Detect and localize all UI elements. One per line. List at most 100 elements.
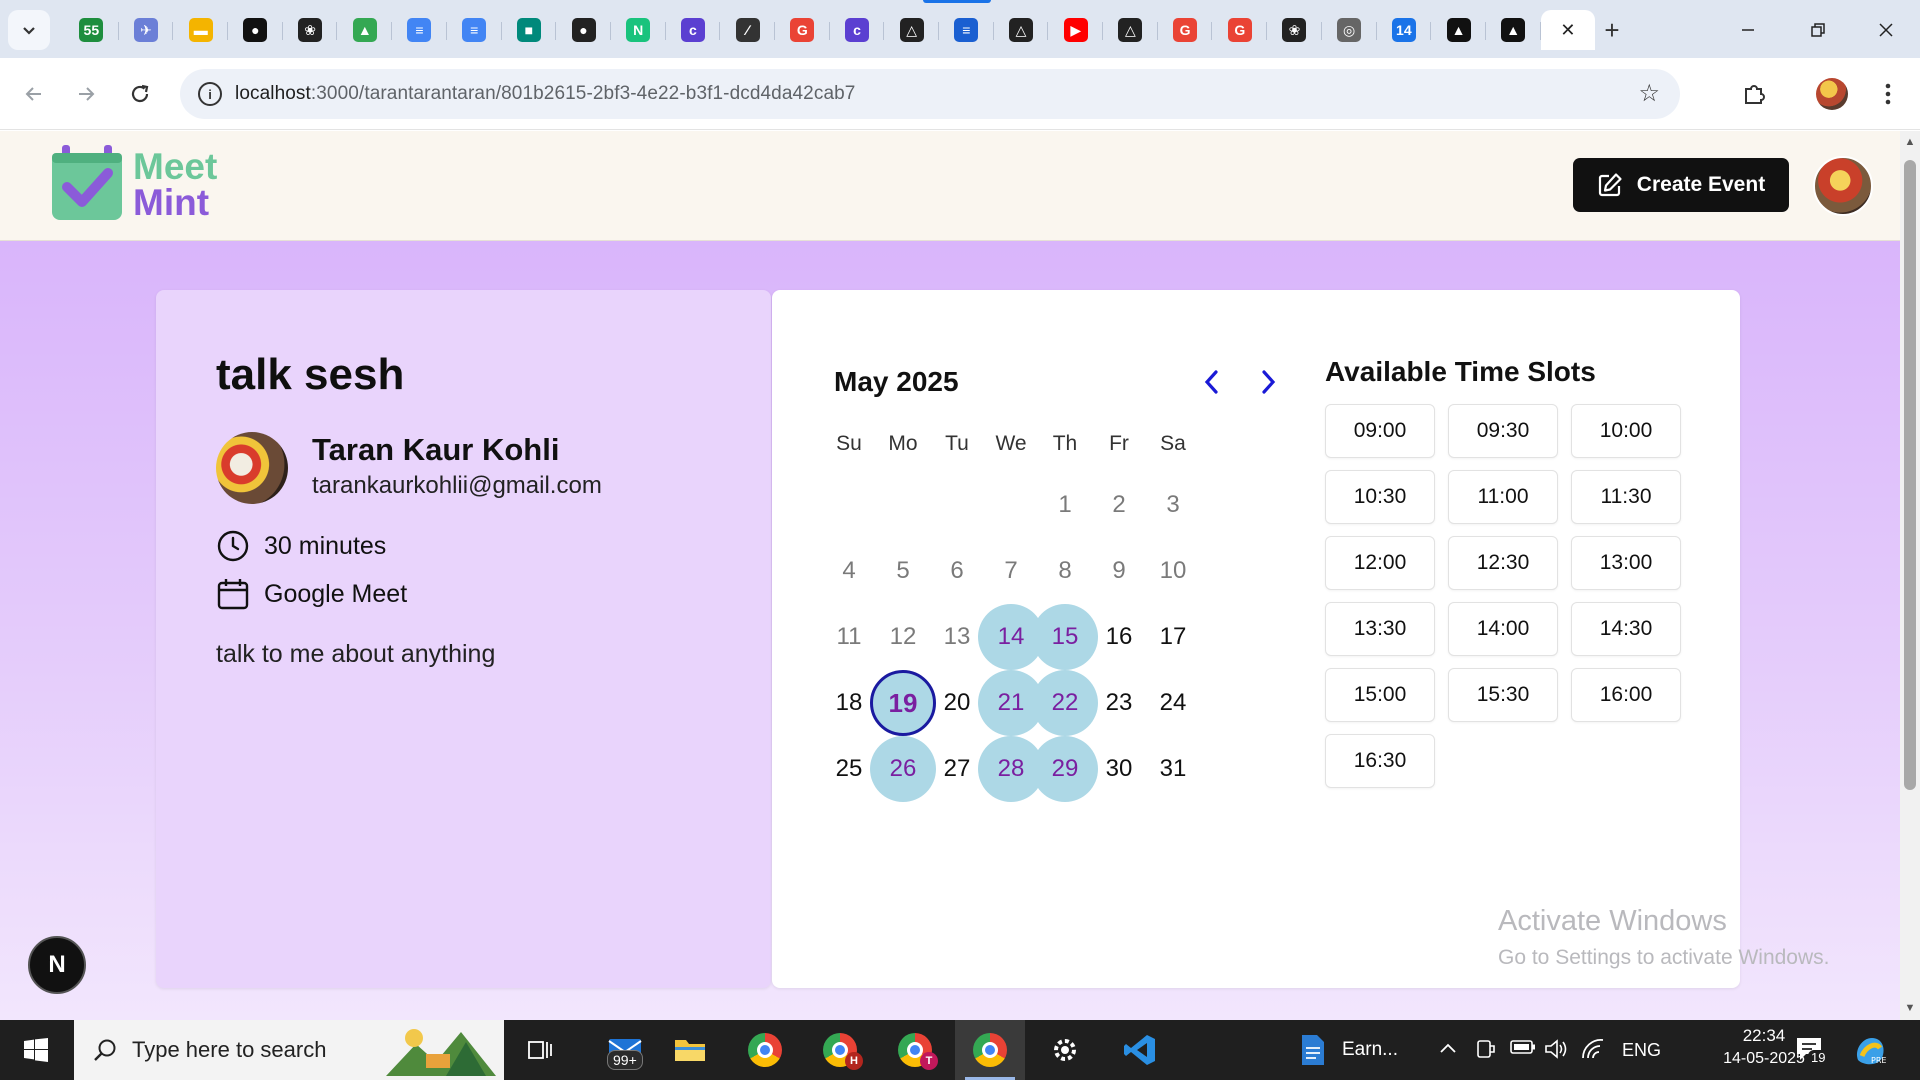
bookmark-star-icon[interactable]: ☆ [1638,79,1660,108]
browser-menu-button[interactable] [1868,74,1908,114]
browser-tab[interactable]: ≡ [392,10,447,50]
sheets-55-icon: 55 [79,18,104,42]
minimize-button[interactable] [1720,10,1775,50]
browser-tab[interactable]: ✈ [119,10,174,50]
time-slot-button[interactable]: 10:30 [1325,470,1435,524]
c-app-icon: c [844,18,869,42]
scroll-up-icon[interactable]: ▲ [1904,136,1916,148]
task-view-button[interactable] [505,1020,575,1080]
time-slot-button[interactable]: 16:00 [1571,668,1681,722]
address-bar[interactable]: i localhost:3000/tarantarantaran/801b261… [180,69,1680,119]
taskbar-search[interactable]: Type here to search [74,1020,504,1080]
time-slot-button[interactable]: 12:00 [1325,536,1435,590]
time-slot-button[interactable]: 09:00 [1325,404,1435,458]
logo-word-mint: Mint [133,182,210,223]
create-event-button[interactable]: Create Event [1573,158,1789,212]
browser-tab[interactable]: ■ [502,10,557,50]
browser-tab[interactable]: c [830,10,885,50]
nextjs-dev-badge[interactable]: N [28,936,86,994]
taskbar-vscode[interactable] [1105,1020,1175,1080]
taskbar-chrome-profile-t[interactable]: T [880,1020,950,1080]
slots-title: Available Time Slots [1325,356,1596,387]
site-info-icon[interactable]: i [198,82,222,106]
browser-profile-avatar[interactable] [1816,78,1848,110]
volume-icon[interactable] [1544,1038,1570,1066]
wifi-icon[interactable] [1580,1038,1606,1066]
url-text[interactable]: localhost:3000/tarantarantaran/801b2615-… [235,83,855,105]
new-tab-button[interactable]: + [1590,10,1634,50]
browser-tab[interactable]: ≡ [447,10,502,50]
browser-tab[interactable]: ● [228,10,283,50]
forward-button[interactable] [66,74,106,114]
time-slot-button[interactable]: 11:30 [1571,470,1681,524]
browser-tab[interactable]: G [1158,10,1213,50]
app-logo-text[interactable]: Meet Mint [133,148,217,223]
browser-tab[interactable]: G [1212,10,1267,50]
next-month-button[interactable] [1250,364,1286,400]
calendar-check-logo-icon[interactable] [52,145,122,220]
browser-tab[interactable]: △ [1103,10,1158,50]
tab-search-button[interactable] [8,10,50,50]
time-slot-button[interactable]: 11:00 [1448,470,1558,524]
previous-month-button[interactable] [1194,364,1230,400]
extensions-button[interactable] [1734,74,1774,114]
time-slot-button[interactable]: 14:30 [1571,602,1681,656]
browser-tab[interactable]: △ [994,10,1049,50]
tray-overflow-chevron-icon[interactable] [1438,1038,1458,1061]
youtube-icon: ▶ [1063,18,1088,42]
chrome-profile-h-badge: H [845,1052,863,1070]
notification-count: 19 [1808,1050,1829,1065]
scrollbar-thumb[interactable] [1904,160,1916,790]
time-slot-button[interactable]: 14:00 [1448,602,1558,656]
taskbar-chrome-1[interactable] [730,1020,800,1080]
browser-tab[interactable]: ∕ [720,10,775,50]
taskbar-chrome-profile-h[interactable]: H [805,1020,875,1080]
browser-tab[interactable]: ◎ [1322,10,1377,50]
taskbar-file-explorer[interactable] [655,1020,725,1080]
time-slot-button[interactable]: 12:30 [1448,536,1558,590]
time-slot-button[interactable]: 15:00 [1325,668,1435,722]
close-window-button[interactable] [1858,10,1913,50]
tray-device-icon[interactable] [1474,1038,1496,1066]
browser-tab[interactable]: △ [884,10,939,50]
taskbar-word-doc[interactable]: Earn... [1290,1020,1420,1080]
back-button[interactable] [14,74,54,114]
browser-tab[interactable]: c [666,10,721,50]
browser-tab[interactable]: ▲ [1431,10,1486,50]
time-slot-button[interactable]: 13:00 [1571,536,1681,590]
close-tab-icon[interactable]: ✕ [1560,20,1575,41]
browser-tab[interactable]: ❀ [283,10,338,50]
time-slot-button[interactable]: 09:30 [1448,404,1558,458]
browser-tab[interactable]: ▲ [1486,10,1541,50]
bird-icon: ✈ [134,18,159,42]
reload-button[interactable] [120,74,160,114]
user-avatar[interactable] [1813,156,1873,216]
scroll-down-icon[interactable]: ▼ [1904,1002,1916,1014]
language-indicator[interactable]: ENG [1622,1040,1661,1061]
copilot-icon[interactable]: PRE [1852,1032,1888,1074]
browser-tab-active[interactable]: ✕ [1540,10,1596,50]
browser-tab[interactable]: G [775,10,830,50]
browser-tab[interactable]: ● [556,10,611,50]
browser-tab[interactable]: ▶ [1048,10,1103,50]
browser-tab[interactable]: N [611,10,666,50]
time-slot-button[interactable]: 15:30 [1448,668,1558,722]
browser-tab[interactable]: ▬ [173,10,228,50]
start-button[interactable] [0,1020,72,1080]
time-slot-button[interactable]: 16:30 [1325,734,1435,788]
restore-button[interactable] [1790,10,1845,50]
browser-tab[interactable]: ▲ [337,10,392,50]
taskbar-settings[interactable] [1030,1020,1100,1080]
battery-icon[interactable] [1510,1038,1536,1061]
browser-tab[interactable]: ≡ [939,10,994,50]
browser-tab[interactable]: 14 [1377,10,1432,50]
taskbar-chrome-active[interactable] [955,1020,1025,1080]
time-slot-button[interactable]: 13:30 [1325,602,1435,656]
docs-icon: ≡ [407,18,432,42]
search-placeholder: Type here to search [132,1037,327,1062]
booking-card: May 2025 Su Mo Tu We Th Fr Sa 1 2 3 4 5 6 7 8 9 10 11 12 1… [772,290,1740,988]
notification-center-button[interactable]: 19 [1794,1034,1829,1070]
time-slot-button[interactable]: 10:00 [1571,404,1681,458]
browser-tab[interactable]: ❀ [1267,10,1322,50]
browser-tab[interactable]: 55 [64,10,119,50]
